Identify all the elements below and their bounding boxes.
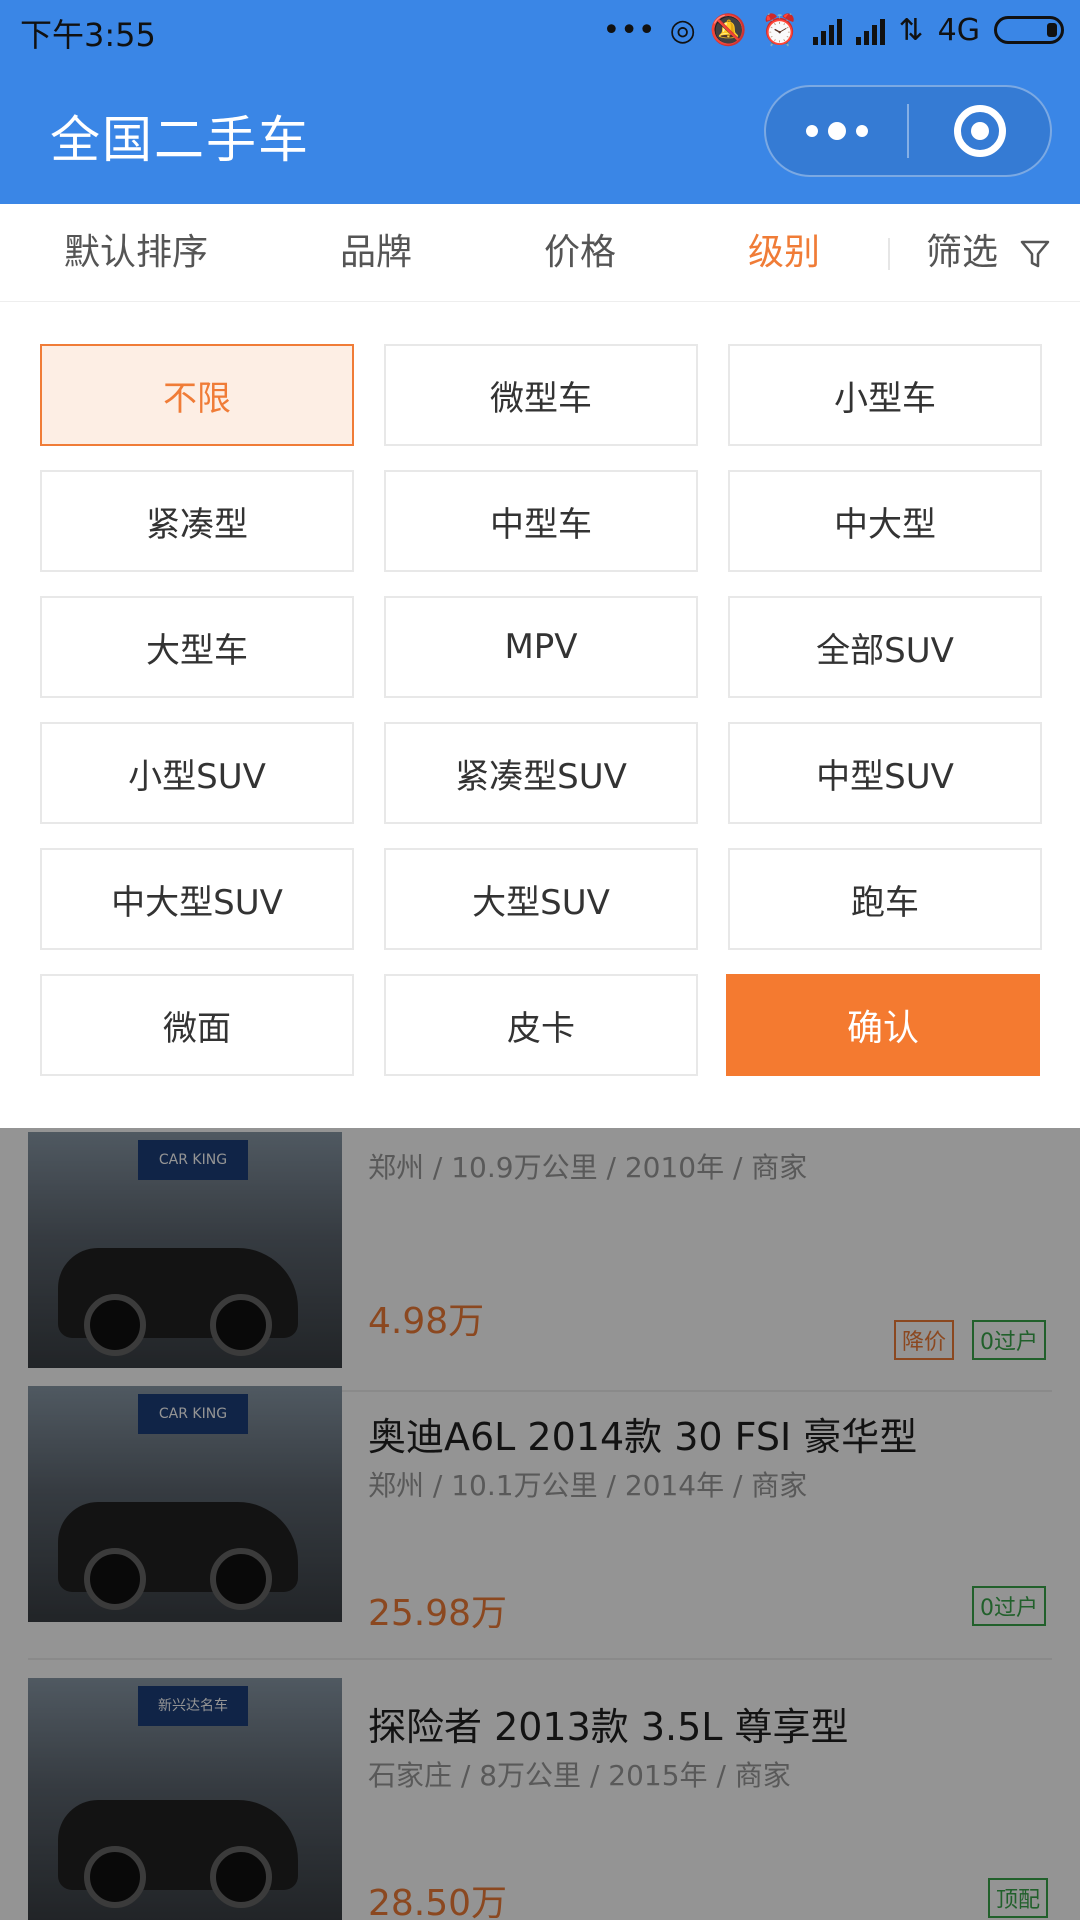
level-option-all-suv[interactable]: 全部SUV — [728, 596, 1042, 698]
tab-default-sort[interactable]: 默认排序 — [64, 204, 208, 302]
confirm-button[interactable]: 确认 — [726, 974, 1040, 1076]
level-option-large-suv[interactable]: 大型SUV — [384, 848, 698, 950]
miniprogram-capsule — [764, 85, 1052, 177]
tab-divider — [888, 238, 890, 270]
level-dropdown-panel: 不限 微型车 小型车 紧凑型 中型车 中大型 大型车 MPV 全部SUV 小型S… — [0, 302, 1080, 1128]
level-option-midsize-suv[interactable]: 中型SUV — [728, 722, 1042, 824]
status-bar: 下午3:55 ••• ◎ 🔕 ⏰ ⇅ 4G — [0, 0, 1080, 60]
status-icons: ••• ◎ 🔕 ⏰ ⇅ 4G — [603, 10, 1064, 50]
alarm-icon: ⏰ — [761, 12, 799, 48]
tab-filter[interactable]: 筛选 — [926, 204, 1051, 302]
tab-brand[interactable]: 品牌 — [340, 204, 412, 302]
signal-icon — [812, 15, 842, 45]
level-option-large[interactable]: 大型车 — [40, 596, 354, 698]
level-option-mpv[interactable]: MPV — [384, 596, 698, 698]
hotspot-icon: ◎ — [669, 12, 696, 48]
more-icon — [805, 122, 868, 140]
more-menu-button[interactable] — [766, 87, 907, 175]
level-option-mini[interactable]: 微型车 — [384, 344, 698, 446]
more-dots-icon: ••• — [602, 12, 656, 48]
filter-funnel-icon — [1021, 240, 1050, 268]
level-option-compact-suv[interactable]: 紧凑型SUV — [384, 722, 698, 824]
level-option-mid-large-suv[interactable]: 中大型SUV — [40, 848, 354, 950]
tab-level[interactable]: 级别 — [748, 204, 820, 302]
level-option-mid-large[interactable]: 中大型 — [728, 470, 1042, 572]
filter-tab-bar: 默认排序 品牌 价格 级别 筛选 — [0, 204, 1080, 302]
level-option-microvan[interactable]: 微面 — [40, 974, 354, 1076]
title-bar: 下午3:55 ••• ◎ 🔕 ⏰ ⇅ 4G 全国二手车 — [0, 0, 1080, 204]
battery-icon — [994, 16, 1064, 44]
level-option-sports-car[interactable]: 跑车 — [728, 848, 1042, 950]
tab-filter-label: 筛选 — [926, 232, 999, 273]
status-time: 下午3:55 — [20, 16, 156, 54]
mute-icon: 🔕 — [709, 12, 748, 48]
level-option-small-suv[interactable]: 小型SUV — [40, 722, 354, 824]
level-option-pickup[interactable]: 皮卡 — [384, 974, 698, 1076]
close-target-icon — [953, 105, 1006, 157]
level-option-small[interactable]: 小型车 — [728, 344, 1042, 446]
level-option-compact[interactable]: 紧凑型 — [40, 470, 354, 572]
data-transfer-icon: ⇅ — [898, 12, 924, 48]
level-option-any[interactable]: 不限 — [40, 344, 354, 446]
network-type: 4G — [937, 12, 980, 48]
page-title: 全国二手车 — [50, 111, 310, 169]
tab-price[interactable]: 价格 — [544, 204, 616, 302]
close-miniprogram-button[interactable] — [909, 87, 1050, 175]
signal-icon-2 — [855, 15, 885, 45]
level-option-midsize[interactable]: 中型车 — [384, 470, 698, 572]
